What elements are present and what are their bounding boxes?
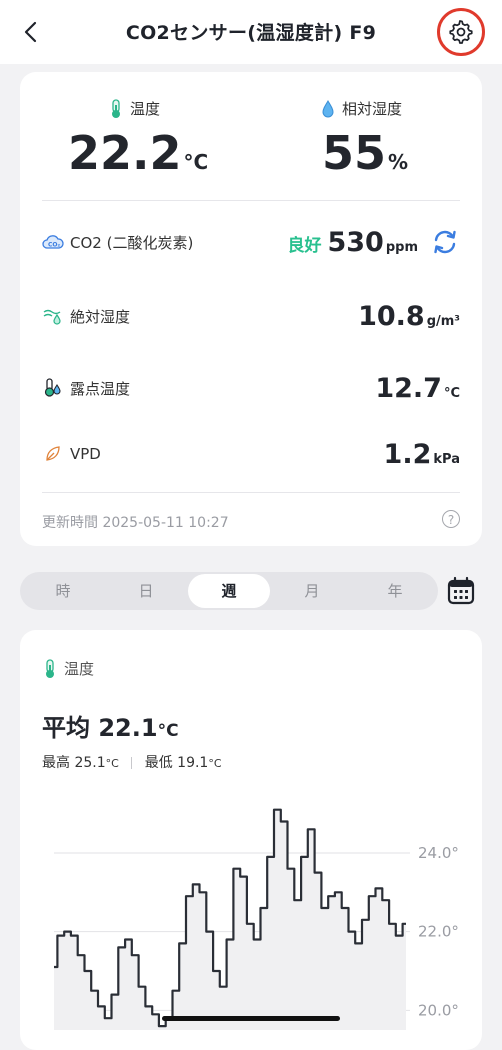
home-indicator [162,1016,340,1021]
absolute-humidity-number: 10.8 [358,300,425,332]
humidity-number: 55 [322,126,387,180]
humidity-value: 55% [322,126,408,180]
vpd-unit: kPa [433,451,460,467]
absolute-humidity-row: 絶対湿度 10.8 g/m³ [42,296,460,336]
absolute-humidity-value: 10.8 g/m³ [358,301,460,332]
absolute-humidity-unit: g/m³ [426,313,460,329]
dew-point-label: 露点温度 [70,379,131,398]
max-unit: °C [105,757,119,770]
average-unit: °C [157,721,179,741]
summary-card: 温度 22.2 °C 相対湿度 55% CO₂ CO2 (二酸化炭素) 良好 53… [20,72,482,546]
temperature-unit: °C [183,150,209,174]
y-tick-label: 22.0° [418,923,459,941]
period-hour[interactable]: 時 [22,572,104,610]
humidity-label: 相対湿度 [320,98,402,119]
divider [42,200,460,201]
thermometer-icon [112,98,120,118]
dew-point-number: 12.7 [375,372,442,404]
min-label: 最低 [144,755,173,771]
period-selector: 時 日 週 月 年 [20,572,438,610]
co2-cloud-icon: CO₂ [42,231,64,253]
leaf-icon [42,443,64,465]
absolute-humidity-icon [42,305,64,327]
dew-point-unit: °C [443,385,460,401]
calendar-button[interactable] [446,576,476,606]
period-day[interactable]: 日 [105,572,187,610]
chart-card: 温度 平均 22.1°C 最高 25.1°C 最低 19.1°C 24.0° 22… [20,630,482,1050]
vpd-label: VPD [70,445,101,463]
period-month[interactable]: 月 [271,572,353,610]
chart-metric-label-text: 温度 [64,660,95,678]
vpd-row: VPD 1.2 kPa [42,434,460,474]
y-tick-label: 20.0° [418,1001,459,1019]
gear-icon [449,20,473,44]
humidity-unit: % [388,150,409,174]
average-number: 22.1 [98,714,158,742]
refresh-icon [434,230,456,254]
period-week[interactable]: 週 [188,574,270,608]
co2-unit: ppm [385,239,418,255]
updated-time: 更新時間 2025-05-11 10:27 [42,515,229,531]
refresh-button[interactable] [430,227,460,257]
temperature-value: 22.2 °C [68,126,208,180]
dew-point-icon [42,377,64,399]
dew-point-value: 12.7 °C [375,373,460,404]
co2-value: 良好 530 ppm [287,227,418,258]
divider [42,492,460,493]
temperature-chart[interactable]: 24.0° 22.0° 20.0° [20,790,482,1030]
temperature-label: 温度 [108,98,160,119]
dew-point-row: 露点温度 12.7 °C [42,368,460,408]
humidity-label-text: 相対湿度 [342,100,403,118]
vpd-number: 1.2 [383,438,432,470]
top-bar: CO2センサー(温湿度計) F9 [0,0,502,64]
max-label: 最高 [42,755,70,771]
average-value: 平均 22.1°C [42,708,179,743]
calendar-icon [447,576,475,605]
average-label: 平均 [42,714,90,742]
svg-text:CO₂: CO₂ [48,242,61,249]
thermometer-icon [46,658,54,678]
temperature-number: 22.2 [68,126,182,180]
co2-number: 530 [327,226,384,258]
min-value: 19.1 [177,755,209,771]
y-tick-label: 24.0° [418,844,459,862]
temperature-label-text: 温度 [130,100,161,118]
water-drop-icon [322,99,334,117]
settings-button[interactable] [437,8,485,56]
vpd-value: 1.2 kPa [384,439,460,470]
absolute-humidity-label: 絶対湿度 [70,307,131,326]
page-title: CO2センサー(温湿度計) F9 [125,22,377,44]
chart-metric-label: 温度 [42,658,94,679]
max-value: 25.1 [74,755,106,771]
separator [131,757,133,769]
co2-row: CO₂ CO2 (二酸化炭素) 良好 530 ppm [42,222,460,262]
help-icon[interactable]: ? [442,510,460,528]
min-unit: °C [208,757,222,770]
co2-status: 良好 [287,235,322,256]
co2-label: CO2 (二酸化炭素) [70,233,194,252]
period-year[interactable]: 年 [354,572,436,610]
series-area [54,809,406,1030]
min-max: 最高 25.1°C 最低 19.1°C [42,752,222,772]
